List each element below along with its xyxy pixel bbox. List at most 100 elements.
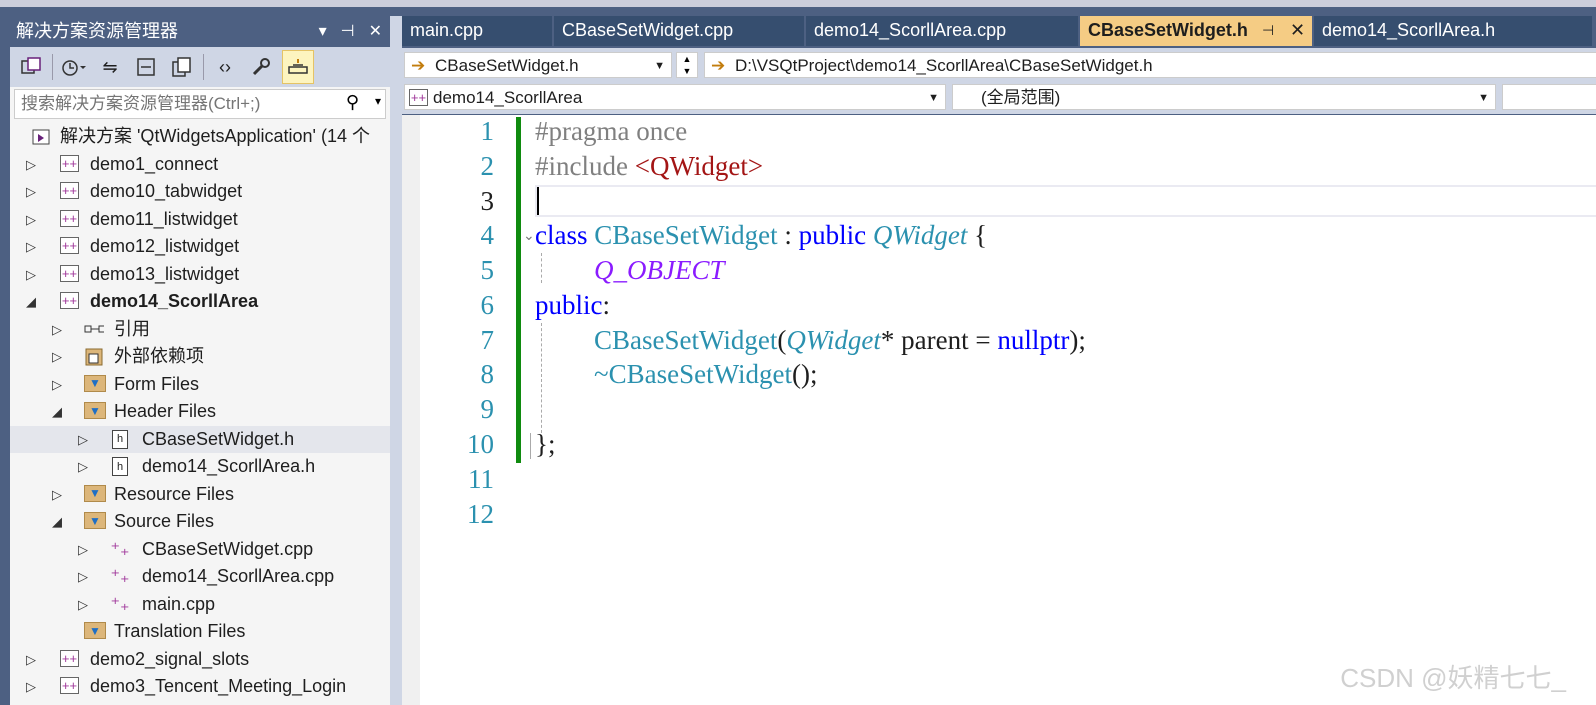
tab-label: CBaseSetWidget.cpp [562,20,734,40]
toolbar-separator [52,54,53,80]
switch-views-icon[interactable] [16,52,46,82]
tree-item-main-cpp[interactable]: ▷ ⁺₊ main.cpp [10,591,390,619]
scope-combo[interactable]: (全局范围) ▼ [952,84,1496,110]
tree-item-resource-files[interactable]: ▷ ▼ Resource Files [10,481,390,509]
tab-close-icon[interactable]: ✕ [1290,16,1305,45]
tab-cbasesetwidget-h[interactable]: CBaseSetWidget.h ⊣ ✕ [1080,16,1312,46]
tree-item-cbasesetwidget-cpp[interactable]: ▷ ⁺₊ CBaseSetWidget.cpp [10,536,390,564]
expand-arrow-icon[interactable]: ▷ [78,563,92,590]
tree-item-label: Form Files [114,373,199,394]
chevron-down-icon: ▼ [654,60,665,72]
tree-item-demo1[interactable]: ▷ ++ demo1_connect [10,151,390,179]
expand-arrow-icon[interactable]: ▷ [26,151,40,178]
filter-folder-icon: ▼ [84,484,106,502]
search-icon[interactable]: ⚲ [346,92,359,113]
show-all-files-icon[interactable] [167,52,197,82]
line-number: 5 [480,255,495,285]
tree-item-label: Resource Files [114,483,235,504]
project-combo[interactable]: ++ demo14_ScorllArea ▼ [404,84,946,110]
solution-explorer-search[interactable]: ⚲ ▾ [14,89,386,119]
expand-arrow-icon[interactable]: ▷ [26,261,40,288]
chevron-down-icon: ▼ [928,92,939,104]
tree-item-demo14-cpp[interactable]: ▷ ⁺₊ demo14_ScorllArea.cpp [10,563,390,591]
tree-item-references[interactable]: ▷ 引用 [10,316,390,344]
pending-changes-filter-icon[interactable] [59,52,89,82]
sync-with-active-document-icon[interactable]: ⇋ [95,52,125,82]
tree-item-demo3[interactable]: ▷ ++ demo3_Tencent_Meeting_Login [10,673,390,701]
code-line-7: CBaseSetWidget(QWidget* parent = nullptr… [594,325,1086,355]
tree-item-demo14[interactable]: ◢ ++ demo14_ScorllArea [10,288,390,316]
chevron-down-icon: ▼ [1478,92,1489,104]
expand-arrow-icon[interactable]: ▷ [26,178,40,205]
tab-demo14-h[interactable]: demo14_ScorllArea.h [1314,16,1592,46]
tree-item-demo14-h[interactable]: ▷ h demo14_ScorllArea.h [10,453,390,481]
expand-arrow-icon[interactable]: ▷ [78,536,92,563]
document-tab-strip: main.cpp CBaseSetWidget.cpp demo14_Scorl… [402,16,1596,46]
spin-buttons[interactable]: ▲ ▼ [676,52,698,78]
expand-arrow-icon[interactable]: ▷ [26,233,40,260]
expand-arrow-icon[interactable]: ▷ [52,343,66,370]
tab-main-cpp[interactable]: main.cpp [402,16,552,46]
tree-item-label: demo2_signal_slots [90,648,250,669]
expand-arrow-icon[interactable]: ▷ [78,591,92,618]
code-line-1: #pragma once [535,116,688,146]
expand-arrow-icon[interactable]: ▷ [78,426,92,453]
collapse-all-icon[interactable] [131,52,161,82]
tree-item-demo2[interactable]: ▷ ++ demo2_signal_slots [10,646,390,674]
collapse-arrow-icon[interactable]: ◢ [52,508,66,535]
tree-item-form-files[interactable]: ▷ ▼ Form Files [10,371,390,399]
panel-dropdown-icon[interactable]: ▾ [319,16,327,47]
preview-selected-items-icon[interactable] [282,50,314,84]
panel-pin-icon[interactable]: ⊣ [341,16,355,47]
file-combo[interactable]: ➔ CBaseSetWidget.h ▼ [404,52,672,78]
tab-label: demo14_ScorllArea.cpp [814,20,1007,40]
solution-explorer-toolbar: ⇋ ‹› [10,47,390,87]
saved-changes-bar [516,117,521,463]
properties-wrench-icon[interactable] [246,52,276,82]
tab-pin-icon[interactable]: ⊣ [1262,16,1274,45]
tree-item-external-deps[interactable]: ▷ 外部依赖项 [10,343,390,371]
scope-combo-value: (全局范围) [981,88,1061,107]
window-top-strip [0,0,1596,7]
tree-item-header-files[interactable]: ◢ ▼ Header Files [10,398,390,426]
tab-demo14-cpp[interactable]: demo14_ScorllArea.cpp [806,16,1078,46]
tree-item-label: Header Files [114,401,217,421]
line-number: 7 [480,325,495,355]
expand-arrow-icon[interactable]: ▷ [26,646,40,673]
line-number: 9 [480,394,495,424]
collapse-arrow-icon[interactable]: ◢ [52,398,66,425]
tree-item-demo10[interactable]: ▷ ++ demo10_tabwidget [10,178,390,206]
collapse-arrow-icon[interactable]: ◢ [26,288,40,315]
tree-item-label: demo14_ScorllArea.cpp [142,566,335,586]
tree-item-source-files[interactable]: ◢ ▼ Source Files [10,508,390,536]
expand-arrow-icon[interactable]: ▷ [78,453,92,480]
expand-arrow-icon[interactable]: ▷ [52,371,66,398]
tree-item-demo12[interactable]: ▷ ++ demo12_listwidget [10,233,390,261]
search-input[interactable] [15,90,343,118]
watermark-text: CSDN @妖精七七_ [1340,663,1566,693]
code-editor[interactable]: 1 2 3 4 5 6 7 8 9 10 11 12 ⌄ #pragma onc… [402,115,1596,705]
tab-cbasesetwidget-cpp[interactable]: CBaseSetWidget.cpp [554,16,804,46]
tree-solution-root[interactable]: 解决方案 'QtWidgetsApplication' (14 个 [10,123,390,151]
current-line-highlight [535,185,1596,217]
expand-arrow-icon[interactable]: ▷ [26,206,40,233]
panel-splitter[interactable] [390,16,402,705]
expand-arrow-icon[interactable]: ▷ [26,673,40,700]
file-path-field: ➔ D:\VSQtProject\demo14_ScorllArea\CBase… [704,52,1596,78]
line-number: 10 [467,429,494,459]
file-navigation-bar: ➔ CBaseSetWidget.h ▼ ▲ ▼ ➔ D:\VSQtProject… [402,48,1596,82]
view-code-icon[interactable]: ‹› [210,52,240,82]
tree-item-cbasesetwidget-h[interactable]: ▷ h CBaseSetWidget.h [10,425,390,453]
expand-arrow-icon[interactable]: ▷ [52,481,66,508]
tree-item-label: demo12_listwidget [90,236,240,256]
panel-close-icon[interactable]: ✕ [369,16,382,47]
tree-item-translation-files[interactable]: ▼ Translation Files [10,618,390,646]
solution-explorer-panel: 解决方案资源管理器 ▾ ⊣ ✕ ⇋ ‹› ⚲ ▾ [10,16,390,705]
tree-item-demo13[interactable]: ▷ ++ demo13_listwidget [10,261,390,289]
member-combo[interactable] [1502,84,1596,110]
search-options-chevron-down-icon[interactable]: ▾ [375,94,381,108]
line-number: 2 [480,151,495,181]
expand-arrow-icon[interactable]: ▷ [52,316,66,343]
fold-collapse-icon[interactable]: ⌄ [523,227,535,244]
tree-item-demo11[interactable]: ▷ ++ demo11_listwidget [10,206,390,234]
